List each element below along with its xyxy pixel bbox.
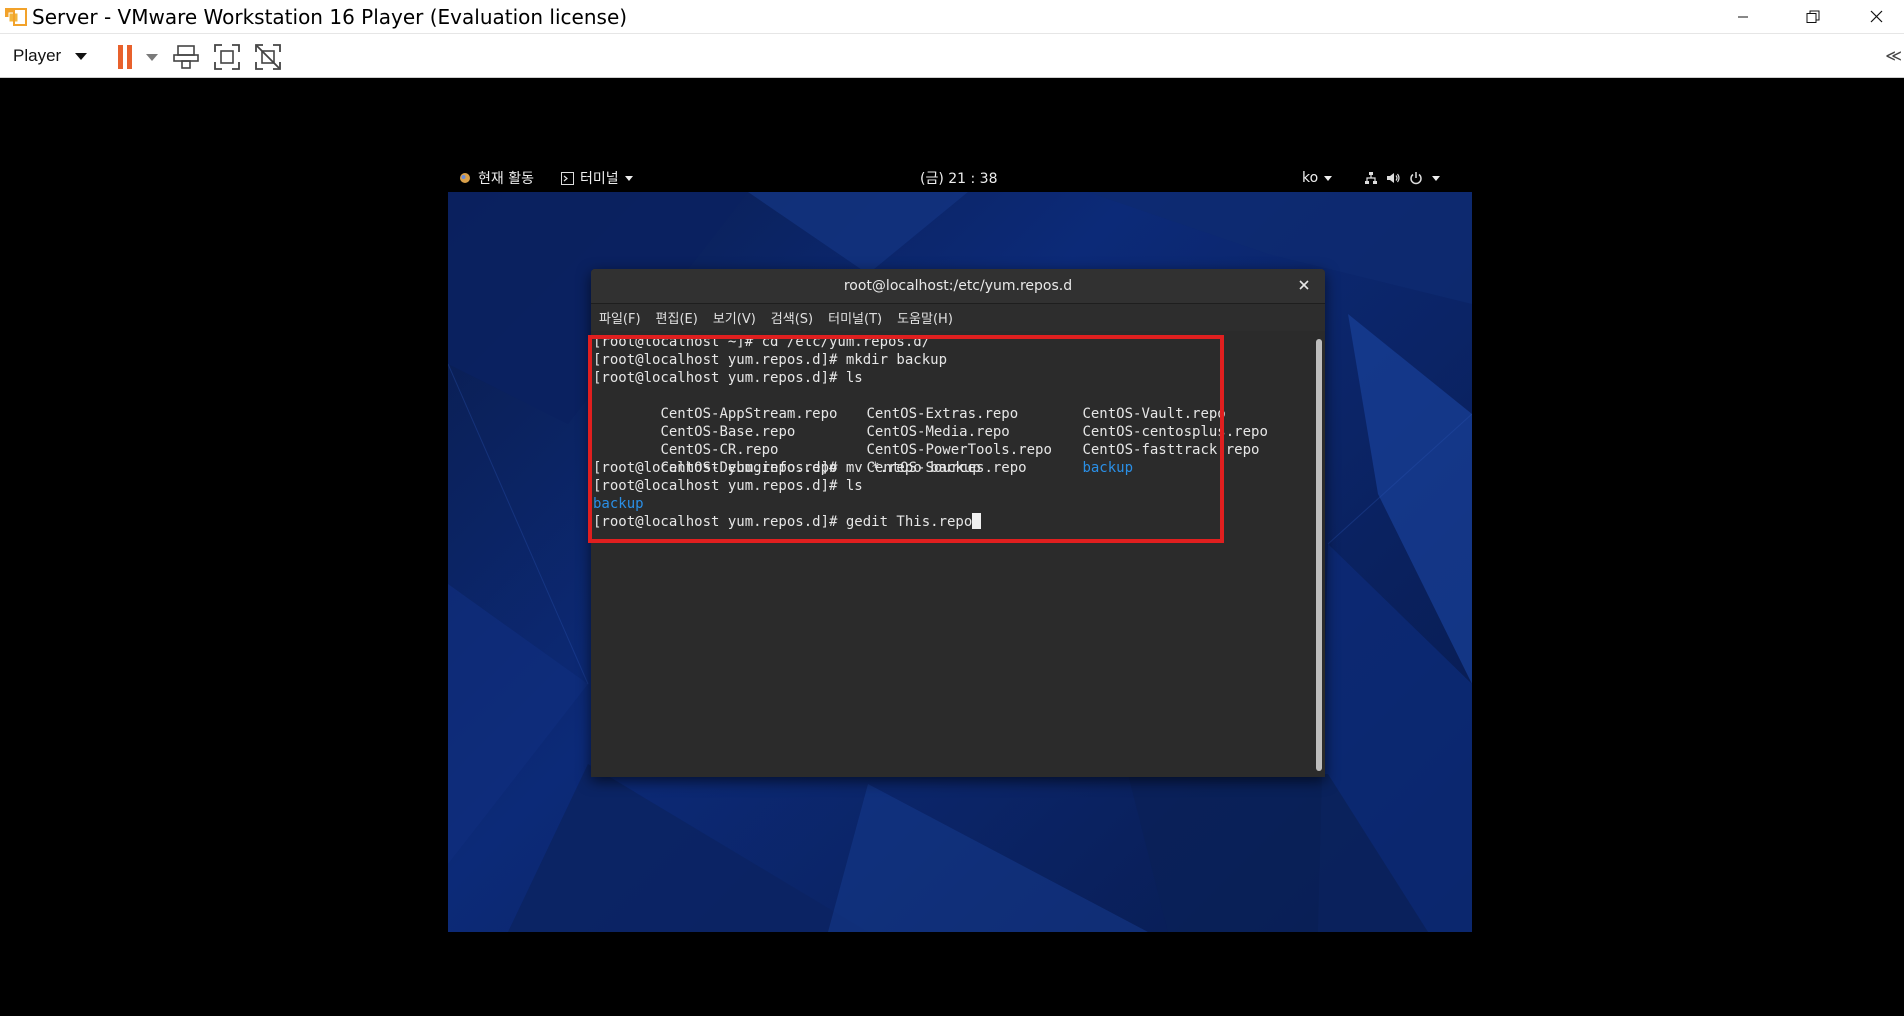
menu-file[interactable]: 파일(F) [599, 308, 641, 327]
terminal-icon [561, 171, 574, 185]
menu-help[interactable]: 도움말(H) [897, 308, 953, 327]
chevron-down-icon [624, 175, 633, 181]
send-ctrl-alt-del-button[interactable] [171, 43, 201, 71]
menu-search[interactable]: 검색(S) [771, 308, 813, 327]
window-titlebar: Server - VMware Workstation 16 Player (E… [0, 0, 1904, 33]
close-icon [1870, 10, 1882, 23]
vmware-player-icon [5, 8, 27, 26]
player-menu-button[interactable]: Player [13, 44, 88, 68]
player-menu-label: Player [13, 46, 62, 65]
terminal-title: root@localhost:/etc/yum.repos.d [843, 278, 1073, 294]
collapse-toolbar-button[interactable]: ≪ [1885, 46, 1902, 65]
send-ctrl-alt-del-icon [173, 45, 199, 69]
activities-icon [460, 173, 470, 183]
terminal-menubar: 파일(F) 편집(E) 보기(V) 검색(S) 터미널(T) 도움말(H) [591, 304, 1325, 331]
input-language-menu[interactable]: ko [1302, 164, 1333, 192]
player-toolbar: Player ≪ [0, 33, 1904, 78]
menu-view[interactable]: 보기(V) [713, 308, 756, 327]
gnome-top-bar: 현재 활동 터미널 (금) 21 : 38 ko [448, 164, 1472, 192]
activities-button[interactable]: 현재 활동 [458, 164, 534, 192]
fullscreen-icon [214, 44, 240, 70]
close-button[interactable] [1848, 0, 1904, 33]
minimize-button[interactable] [1708, 0, 1778, 33]
system-status-menu[interactable] [1364, 164, 1440, 192]
chevron-down-icon [1432, 175, 1440, 181]
unity-button[interactable] [253, 43, 283, 71]
chevron-down-icon [75, 52, 88, 60]
clock[interactable]: (금) 21 : 38 [920, 164, 998, 192]
terminal-scrollbar[interactable] [1316, 339, 1322, 771]
language-label: ko [1302, 170, 1319, 186]
pause-button[interactable] [110, 43, 140, 71]
highlight-box [588, 335, 1224, 543]
menu-edit[interactable]: 편집(E) [656, 308, 698, 327]
pause-dropdown-icon[interactable] [146, 54, 158, 61]
fullscreen-button[interactable] [212, 43, 242, 71]
minimize-icon [1738, 16, 1748, 17]
chevron-down-icon [1324, 175, 1333, 181]
menu-terminal[interactable]: 터미널(T) [828, 308, 882, 327]
close-icon[interactable] [1297, 278, 1311, 292]
restore-icon [1806, 10, 1820, 23]
clock-label: (금) 21 : 38 [920, 171, 998, 187]
guest-screen[interactable]: 현재 활동 터미널 (금) 21 : 38 ko root@localhost:… [448, 164, 1472, 932]
window-title: Server - VMware Workstation 16 Player (E… [32, 5, 628, 29]
app-menu-label: 터미널 [580, 171, 619, 187]
pause-icon [118, 45, 132, 69]
restore-button[interactable] [1778, 0, 1848, 33]
terminal-app-menu[interactable]: 터미널 [561, 164, 633, 192]
terminal-header[interactable]: root@localhost:/etc/yum.repos.d [591, 269, 1325, 304]
unity-icon [255, 44, 281, 70]
activities-label: 현재 활동 [478, 171, 534, 187]
network-icon [1365, 172, 1377, 184]
power-icon [1410, 172, 1422, 185]
volume-icon [1387, 173, 1400, 183]
